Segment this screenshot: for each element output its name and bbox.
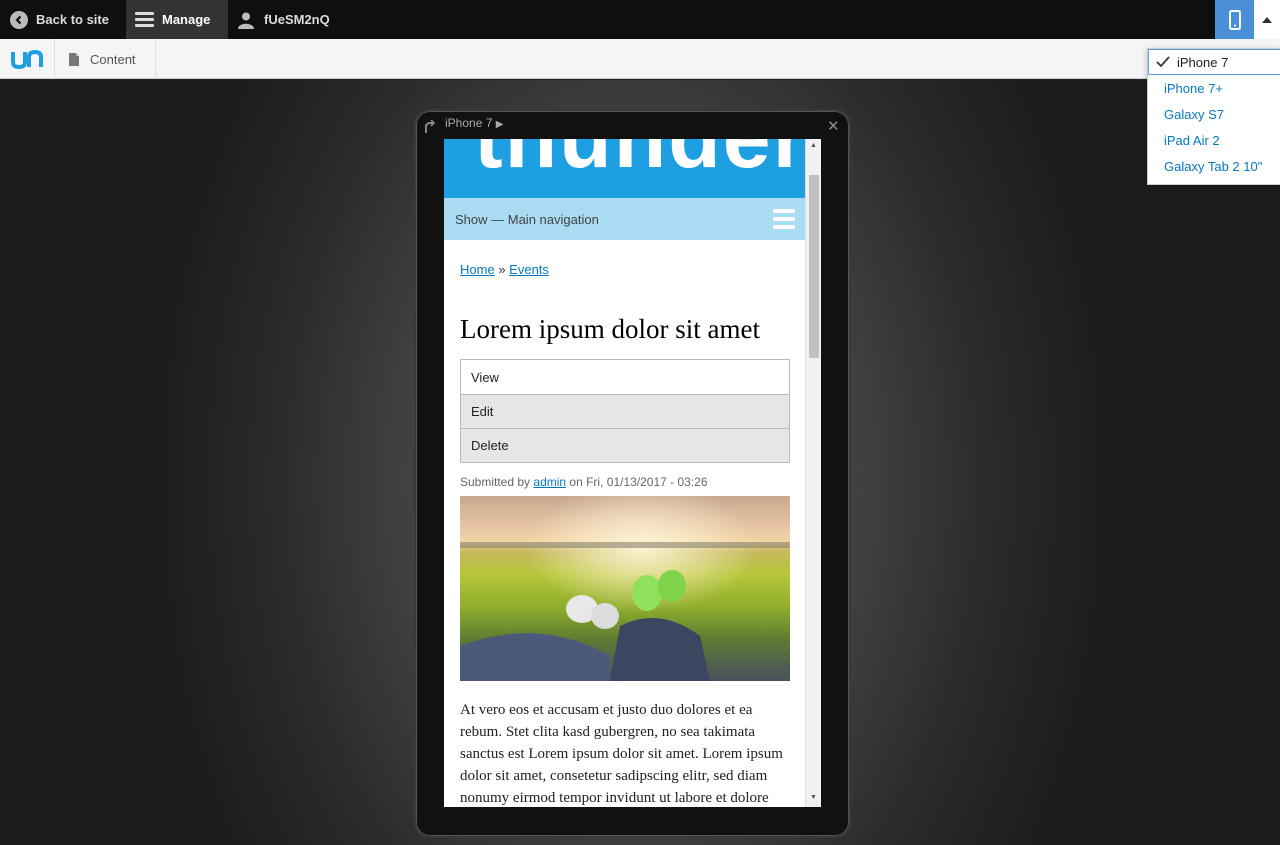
device-option-galaxy-s7[interactable]: Galaxy S7: [1148, 101, 1280, 127]
close-icon[interactable]: ✕: [827, 117, 840, 135]
device-name-label[interactable]: iPhone 7 ▶: [445, 116, 503, 130]
device-option-ipad-air-2[interactable]: iPad Air 2: [1148, 127, 1280, 153]
caret-right-icon: ▶: [495, 119, 504, 130]
scroll-up-icon[interactable]: ▲: [810, 142, 817, 149]
breadcrumb-events[interactable]: Events: [509, 262, 549, 277]
tab-delete[interactable]: Delete: [461, 428, 789, 462]
rotate-icon[interactable]: [423, 120, 435, 134]
admin-toolbar: Back to site Manage fUeSM2nQ: [0, 0, 1280, 39]
device-menu-toggle[interactable]: [1254, 0, 1280, 39]
hamburger-icon: [135, 12, 154, 27]
author-link[interactable]: admin: [533, 475, 566, 489]
breadcrumb-home[interactable]: Home: [460, 262, 495, 277]
back-to-site-link[interactable]: Back to site: [0, 0, 109, 39]
device-option-galaxy-tab-2[interactable]: Galaxy Tab 2 10": [1148, 153, 1280, 179]
site-logo-text[interactable]: thunder: [474, 139, 805, 181]
responsive-preview-button[interactable]: [1215, 0, 1254, 39]
submitted-info: Submitted by admin on Fri, 01/13/2017 - …: [460, 475, 708, 489]
site-header: thunder: [444, 139, 805, 198]
scroll-thumb[interactable]: [809, 175, 819, 358]
device-viewport: thunder Show — Main navigation Home » Ev…: [444, 139, 821, 807]
site-logo[interactable]: [0, 39, 55, 79]
device-dropdown: iPhone 7 iPhone 7+ Galaxy S7 iPad Air 2 …: [1147, 48, 1280, 185]
manage-tab[interactable]: Manage: [126, 0, 228, 39]
tab-edit[interactable]: Edit: [461, 394, 789, 428]
content-tab[interactable]: Content: [55, 39, 156, 79]
checkmark-icon: [1156, 56, 1170, 68]
menu-icon: [773, 209, 795, 229]
caret-up-icon: [1262, 16, 1272, 23]
toolbar-tray: Content: [0, 39, 1280, 79]
breadcrumb: Home » Events: [460, 262, 549, 277]
back-arrow-icon: [10, 10, 28, 29]
scroll-down-icon[interactable]: ▼: [810, 794, 817, 801]
page-title: Lorem ipsum dolor sit amet: [460, 314, 760, 344]
main-navigation-toggle[interactable]: Show — Main navigation: [444, 198, 805, 240]
breadcrumb-separator: »: [498, 262, 506, 277]
article-image: [460, 496, 790, 681]
thunder-logo-icon: [11, 49, 43, 70]
back-to-site-label: Back to site: [36, 12, 109, 27]
manage-label: Manage: [162, 12, 211, 27]
article-body: At vero eos et accusam et justo duo dolo…: [460, 702, 783, 806]
tab-view[interactable]: View: [461, 360, 789, 394]
document-icon: [69, 52, 79, 66]
content-label: Content: [90, 51, 136, 67]
nav-label: Show — Main navigation: [455, 211, 599, 227]
phone-icon: [1228, 9, 1241, 30]
device-option-iphone-7-plus[interactable]: iPhone 7+: [1148, 75, 1280, 101]
user-icon: [238, 12, 254, 29]
local-tasks: View Edit Delete: [460, 359, 790, 463]
user-tab[interactable]: fUeSM2nQ: [228, 0, 330, 39]
viewport-scrollbar[interactable]: ▲ ▼: [805, 139, 821, 807]
device-option-iphone-7[interactable]: iPhone 7: [1148, 49, 1280, 75]
user-label: fUeSM2nQ: [264, 12, 330, 27]
